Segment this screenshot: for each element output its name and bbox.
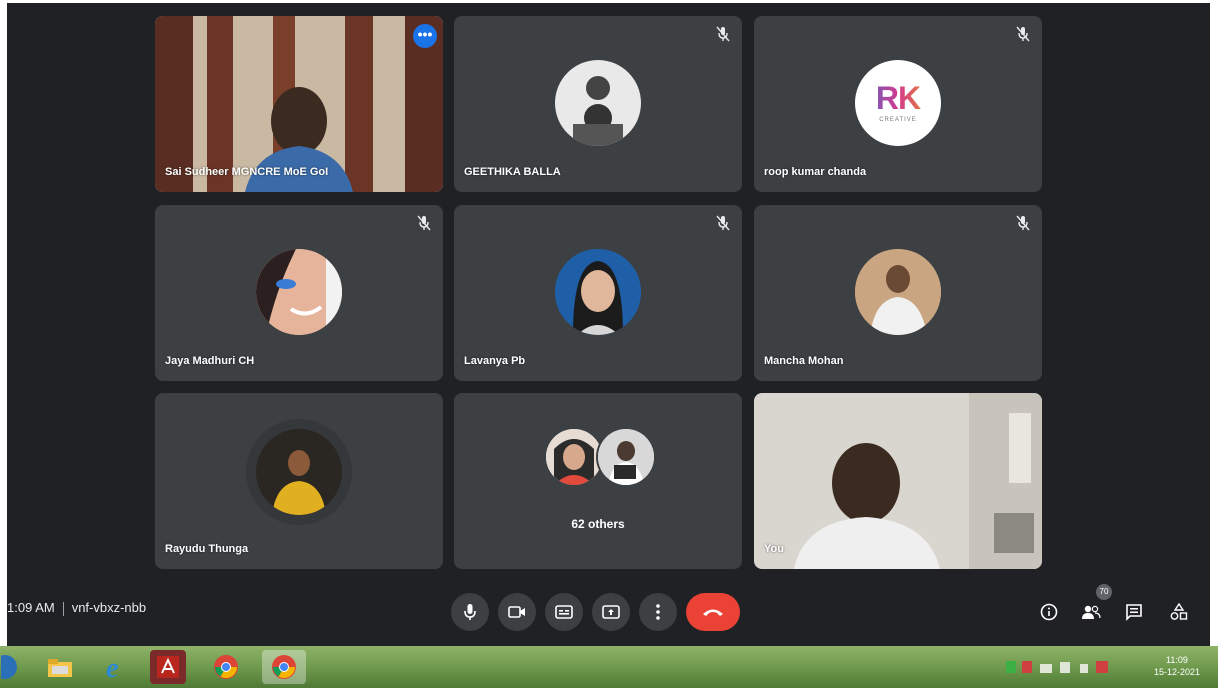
activities-icon [1170, 603, 1188, 620]
chrome-icon [272, 655, 296, 679]
camera-icon [508, 606, 525, 618]
avatar [555, 249, 641, 335]
mic-off-icon [417, 215, 431, 231]
participant-name: Rayudu Thunga [165, 543, 249, 555]
meeting-details-button[interactable] [1037, 600, 1061, 624]
avatar [855, 249, 941, 335]
avatar-logo-text: RK [855, 80, 941, 117]
avatar-logo-subtext: CREATIVE [879, 117, 917, 123]
avatar: RK CREATIVE [855, 60, 941, 146]
meeting-info: 1:09 AM vnf-vbxz-nbb [7, 600, 146, 616]
participant-tile-jaya[interactable]: Jaya Madhuri CH [155, 205, 443, 381]
others-avatar-2 [598, 429, 654, 485]
participant-tile-others[interactable]: 62 others [454, 393, 742, 569]
participant-tile-sai[interactable]: ••• Sai Sudheer MGNCRE MoE GoI [155, 16, 443, 192]
participant-tile-lavanya[interactable]: Lavanya Pb [454, 205, 742, 381]
system-tray [1002, 658, 1122, 676]
avatar [256, 429, 342, 515]
folder-icon [48, 659, 72, 677]
acrobat-icon [157, 656, 179, 678]
participant-name: GEETHIKA BALLA [464, 166, 561, 178]
taskbar-clock[interactable]: 11:09 15-12-2021 [1154, 654, 1200, 678]
participant-more-button[interactable]: ••• [413, 24, 437, 48]
start-button[interactable] [0, 650, 24, 684]
tray-icons [1006, 661, 1108, 673]
more-vert-icon [656, 604, 660, 620]
participant-name: You [764, 543, 784, 555]
avatar [555, 60, 641, 146]
chat-icon [1126, 604, 1142, 621]
participant-tile-roop[interactable]: RK CREATIVE roop kumar chanda [754, 16, 1042, 192]
participant-tile-you[interactable]: You [754, 393, 1042, 569]
divider [62, 601, 64, 616]
mic-button[interactable] [451, 593, 489, 631]
people-button[interactable] [1079, 600, 1103, 624]
captions-icon [555, 605, 573, 619]
participant-name: Jaya Madhuri CH [165, 355, 255, 367]
others-label: 62 others [571, 517, 625, 531]
taskbar-internet-explorer[interactable]: e [98, 650, 134, 684]
mic-off-icon [1016, 26, 1030, 42]
meeting-code[interactable]: vnf-vbxz-nbb [72, 600, 146, 615]
more-options-button[interactable] [639, 593, 677, 631]
windows-taskbar: e 11:09 15-12-2021 [0, 646, 1218, 688]
chrome-icon [214, 655, 238, 679]
clock-time: 11:09 [1166, 655, 1188, 665]
taskbar-chrome[interactable] [208, 650, 244, 684]
participant-name: Sai Sudheer MGNCRE MoE GoI [165, 166, 329, 178]
end-call-button[interactable] [686, 593, 740, 631]
activities-button[interactable] [1167, 600, 1191, 624]
info-icon [1040, 603, 1058, 621]
windows-start-icon [1, 655, 17, 679]
meet-window: ••• Sai Sudheer MGNCRE MoE GoI GEETHIKA … [7, 3, 1210, 646]
internet-explorer-icon: e [106, 653, 118, 681]
participant-tile-rayudu[interactable]: Rayudu Thunga [155, 393, 443, 569]
mic-icon [464, 604, 476, 620]
chat-button[interactable] [1122, 600, 1146, 624]
mic-off-icon [716, 26, 730, 42]
captions-button[interactable] [545, 593, 583, 631]
participant-name: Mancha Mohan [764, 355, 844, 367]
avatar [256, 249, 342, 335]
mic-off-icon [716, 215, 730, 231]
self-video [754, 393, 1042, 569]
camera-button[interactable] [498, 593, 536, 631]
svg-text:e: e [106, 653, 118, 681]
participant-name: roop kumar chanda [764, 166, 867, 178]
people-count-badge: 70 [1096, 584, 1112, 600]
meeting-time: 1:09 AM [7, 600, 55, 615]
people-icon [1082, 605, 1101, 619]
participant-name: Lavanya Pb [464, 355, 526, 367]
call-end-icon [703, 609, 723, 616]
present-button[interactable] [592, 593, 630, 631]
present-icon [602, 605, 620, 619]
taskbar-chrome-active[interactable] [262, 650, 306, 684]
mic-off-icon [1016, 215, 1030, 231]
taskbar-acrobat[interactable] [150, 650, 186, 684]
participant-tile-mancha[interactable]: Mancha Mohan [754, 205, 1042, 381]
participant-tile-geethika[interactable]: GEETHIKA BALLA [454, 16, 742, 192]
others-avatar-1 [546, 429, 602, 485]
taskbar-file-explorer[interactable] [42, 650, 78, 684]
clock-date: 15-12-2021 [1153, 667, 1200, 677]
